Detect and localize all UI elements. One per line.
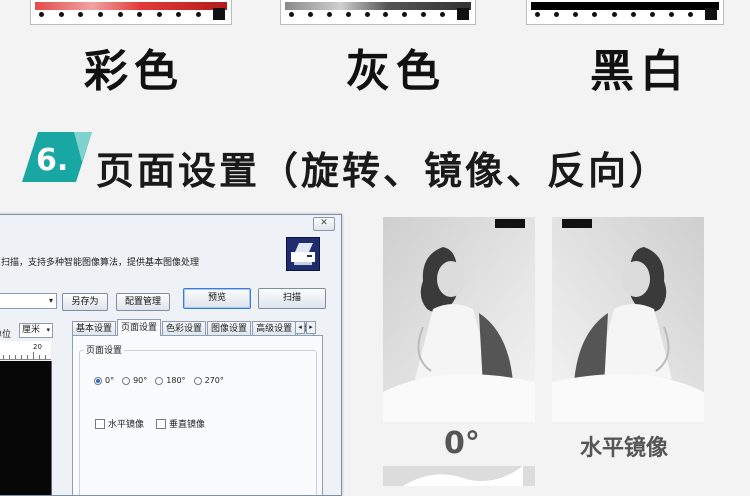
tab-page[interactable]: 页面设置 bbox=[117, 319, 162, 336]
photo-mirrored bbox=[552, 217, 704, 422]
tab-scroll-left-icon[interactable]: ◂ bbox=[295, 321, 305, 334]
scanner-settings-dialog: ✕ 扫描，支持多种智能图像算法，提供基本图像处理 ▾ 另存为 配置管理 预览 扫… bbox=[0, 214, 342, 496]
section-title: 页面设置（旋转、镜像、反向） bbox=[96, 149, 671, 193]
group-label: 页面设置 bbox=[84, 343, 125, 356]
bw-scan-sample bbox=[526, 0, 724, 25]
photo-rotated-partial bbox=[383, 466, 535, 486]
profile-combo[interactable]: ▾ bbox=[0, 293, 57, 309]
section-number: 6. bbox=[36, 143, 68, 178]
unit-select[interactable]: 厘米 ▾ bbox=[19, 323, 53, 338]
mode-label-bw: 黑白 bbox=[590, 46, 690, 97]
caption-original: 0° bbox=[444, 426, 480, 461]
scan-button[interactable]: 扫描 bbox=[258, 288, 326, 309]
rotation-label: 270° bbox=[204, 376, 224, 385]
tab-basic[interactable]: 基本设置 bbox=[72, 321, 117, 336]
dialog-description: 扫描，支持多种智能图像算法，提供基本图像处理 bbox=[1, 258, 200, 268]
radio-icon bbox=[193, 376, 202, 385]
unit-select-value: 厘米 bbox=[22, 325, 41, 335]
rotation-label: 90° bbox=[133, 376, 148, 385]
color-scan-sample bbox=[30, 0, 232, 25]
scanner-logo-icon bbox=[286, 237, 320, 271]
unit-label: 单位 bbox=[0, 330, 12, 340]
rotation-label: 180° bbox=[166, 376, 186, 385]
photo-original bbox=[383, 217, 535, 422]
save-as-button[interactable]: 另存为 bbox=[62, 293, 108, 311]
preview-area[interactable] bbox=[0, 361, 52, 495]
close-button[interactable]: ✕ bbox=[313, 217, 335, 231]
horizontal-mirror-checkbox[interactable]: 水平镜像 bbox=[95, 417, 144, 430]
mirror-options: 水平镜像 垂直镜像 bbox=[95, 417, 217, 430]
checkbox-icon bbox=[95, 418, 105, 429]
gray-scan-sample bbox=[280, 0, 476, 25]
radio-selected-icon bbox=[94, 376, 102, 385]
mode-label-color: 彩色 bbox=[84, 46, 184, 97]
rotation-90-radio[interactable]: 90° bbox=[122, 376, 147, 385]
mirror-label: 垂直镜像 bbox=[169, 420, 206, 430]
photo-tag bbox=[562, 219, 592, 228]
tab-advanced[interactable]: 高级设置 bbox=[252, 321, 297, 336]
photo-tag bbox=[495, 219, 525, 228]
preview-button[interactable]: 预览 bbox=[183, 288, 251, 309]
vertical-mirror-checkbox[interactable]: 垂直镜像 bbox=[156, 417, 205, 430]
radio-icon bbox=[122, 376, 131, 385]
tab-scroll-right-icon[interactable]: ▸ bbox=[306, 321, 316, 334]
chevron-down-icon: ▾ bbox=[48, 296, 53, 305]
rotation-270-radio[interactable]: 270° bbox=[193, 376, 224, 385]
settings-tabs: 基本设置 页面设置 色彩设置 图像设置 高级设置 批 bbox=[72, 319, 315, 336]
ruler-number: 20 bbox=[33, 343, 42, 351]
mirror-label: 水平镜像 bbox=[108, 420, 145, 430]
tab-color[interactable]: 色彩设置 bbox=[162, 321, 207, 336]
caption-mirrored: 水平镜像 bbox=[580, 436, 669, 461]
tab-image[interactable]: 图像设置 bbox=[207, 321, 252, 336]
radio-icon bbox=[155, 376, 164, 385]
rotation-options: 0° 90° 180° 270° bbox=[94, 376, 232, 385]
preview-ruler bbox=[0, 341, 51, 360]
section-number-badge: 6. bbox=[16, 128, 96, 186]
rotation-180-radio[interactable]: 180° bbox=[155, 376, 186, 385]
mode-label-gray: 灰色 bbox=[346, 46, 446, 97]
checkbox-icon bbox=[156, 418, 167, 429]
config-manage-button[interactable]: 配置管理 bbox=[116, 293, 170, 311]
chevron-down-icon: ▾ bbox=[46, 326, 50, 334]
tab-scroll: ◂ ▸ bbox=[295, 321, 317, 334]
rotation-0-radio[interactable]: 0° bbox=[94, 376, 114, 385]
rotation-label: 0° bbox=[105, 376, 115, 385]
